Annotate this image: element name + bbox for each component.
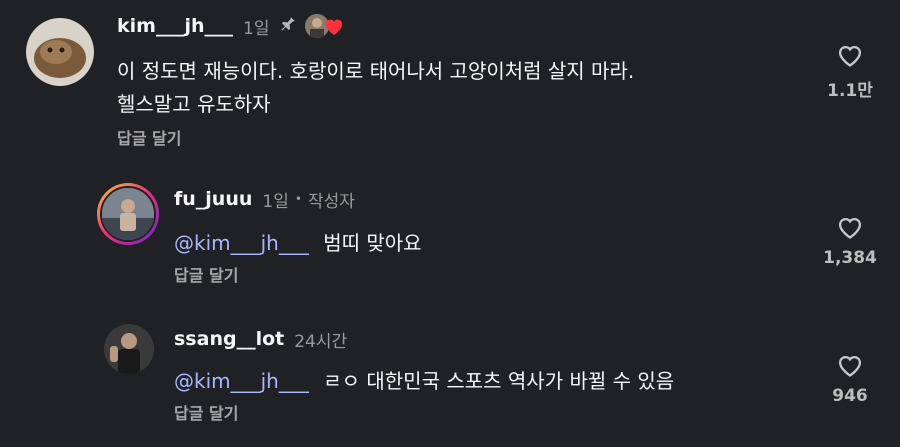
like-group: 1.1만 [820, 42, 880, 101]
like-group: 1,384 [820, 214, 880, 268]
reply-button[interactable]: 답글 달기 [174, 400, 238, 424]
avatar-image [100, 186, 156, 242]
like-group: 946 [820, 352, 880, 406]
timestamp: 1일 [243, 18, 270, 39]
like-count: 1,384 [823, 248, 877, 268]
reply-button[interactable]: 답글 달기 [174, 262, 238, 286]
comment-main: kim___jh___ 1일 이 정도면 재능이다. 호랑이로 태어나서 고양이… [0, 0, 900, 160]
timestamp: 1일 [262, 191, 289, 212]
mention-link[interactable]: @kim___jh___ [174, 231, 309, 255]
comment-meta: ssang__lot 24시간 [174, 327, 348, 352]
separator: • [294, 192, 302, 206]
heart-outline-icon[interactable] [820, 42, 880, 68]
avatar[interactable] [97, 183, 159, 245]
reply-comment: ssang__lot 24시간 @kim___jh___ ㄹㅇ 대한민국 스포츠… [0, 310, 900, 440]
author-tag: 작성자 [307, 191, 355, 212]
comment-meta: fu_juuu 1일 • 작성자 [174, 187, 355, 212]
creator-liked-badge [303, 13, 347, 39]
reply-comment: fu_juuu 1일 • 작성자 @kim___jh___ 범띠 맞아요 답글 … [0, 170, 900, 300]
like-count: 1.1만 [827, 81, 873, 101]
reply-button[interactable]: 답글 달기 [117, 125, 181, 149]
comment-text: @kim___jh___ 범띠 맞아요 [174, 227, 422, 256]
like-count: 946 [832, 386, 868, 406]
comment-text: @kim___jh___ ㄹㅇ 대한민국 스포츠 역사가 바뀔 수 있음 [174, 365, 674, 394]
heart-icon [323, 16, 345, 41]
avatar[interactable] [104, 324, 154, 374]
timestamp: 24시간 [294, 331, 348, 352]
username[interactable]: kim___jh___ [117, 15, 233, 37]
username[interactable]: fu_juuu [174, 188, 252, 210]
comment-text-content: ㄹㅇ 대한민국 스포츠 역사가 바뀔 수 있음 [323, 369, 675, 393]
heart-outline-icon[interactable] [820, 214, 880, 240]
comment-text-line2: 헬스말고 유도하자 [117, 92, 271, 116]
username[interactable]: ssang__lot [174, 328, 284, 350]
mention-link[interactable]: @kim___jh___ [174, 369, 309, 393]
comment-text-content: 범띠 맞아요 [323, 231, 422, 255]
heart-outline-icon[interactable] [820, 352, 880, 378]
comment-text-line1: 이 정도면 재능이다. 호랑이로 태어나서 고양이처럼 살지 마라. [117, 59, 635, 83]
avatar[interactable] [26, 18, 94, 86]
comment-meta: kim___jh___ 1일 [117, 13, 347, 39]
pin-icon [279, 15, 297, 38]
